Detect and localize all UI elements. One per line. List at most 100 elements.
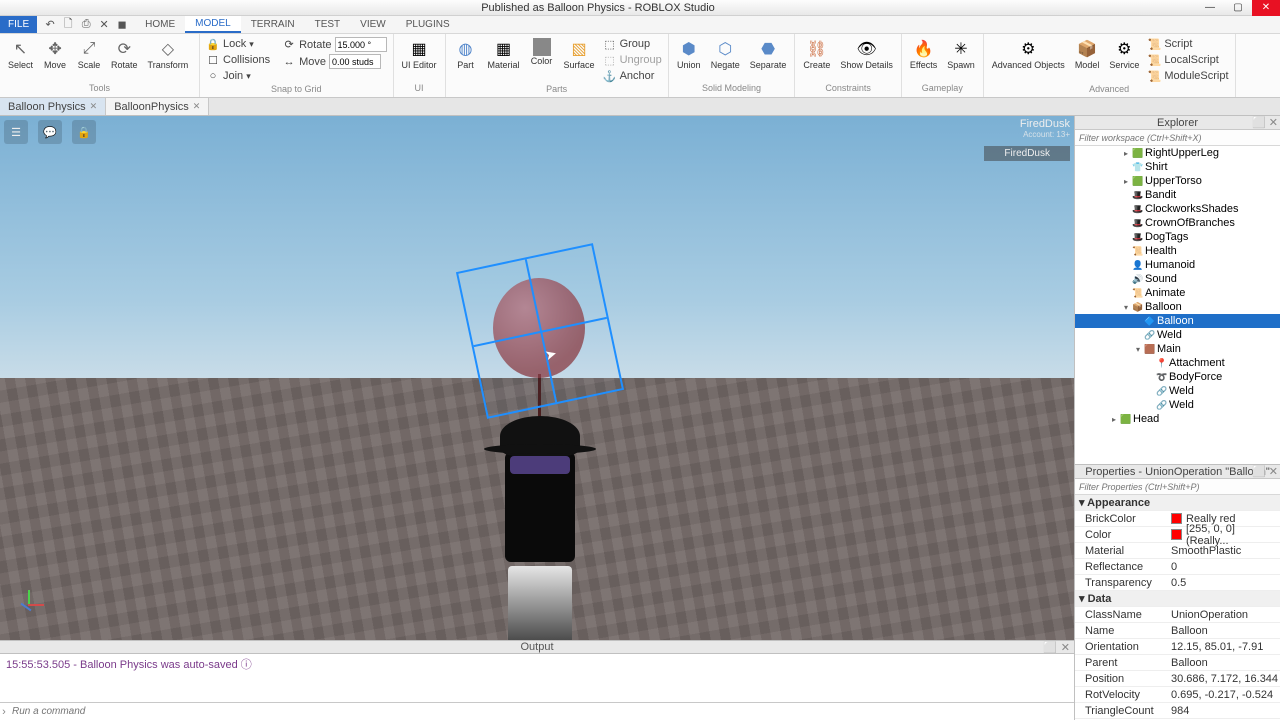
collisions-toggle[interactable]: ☐Collisions [204,52,272,68]
tree-node[interactable]: ▸🟩UpperTorso [1075,174,1280,188]
tab-test[interactable]: TEST [305,16,351,33]
properties-filter-input[interactable] [1075,479,1280,494]
tree-node[interactable]: 🎩CrownOfBranches [1075,216,1280,230]
tree-node[interactable]: 📜Health [1075,244,1280,258]
tree-node[interactable]: 👤Humanoid [1075,258,1280,272]
tree-node[interactable]: 🔊Sound [1075,272,1280,286]
property-row[interactable]: ParentBalloon [1075,655,1280,671]
property-row[interactable]: Color[255, 0, 0] (Really... [1075,527,1280,543]
tree-node[interactable]: 🔗Weld [1075,398,1280,412]
transform-tool[interactable]: ◇Transform [144,36,193,72]
tab-home[interactable]: HOME [135,16,185,33]
minimize-button[interactable]: — [1196,0,1224,16]
tree-node[interactable]: 🎩DogTags [1075,230,1280,244]
material-button[interactable]: ▦Material [484,36,524,72]
union-button[interactable]: ⬢Union [673,36,705,72]
qat-button[interactable]: ↶ [43,18,57,32]
rotate-tool[interactable]: ⟳Rotate [107,36,142,72]
rotate-snap-input[interactable] [335,37,387,52]
rotate-snap[interactable]: ⟳Rotate [280,36,388,53]
scale-tool[interactable]: ⤢Scale [73,36,105,72]
show-details-button[interactable]: 👁Show Details [836,36,897,72]
lock-toggle[interactable]: 🔒Lock ▾ [204,36,272,52]
anchor-button[interactable]: ⚓Anchor [601,68,664,84]
part-button[interactable]: ◍Part [450,36,482,72]
tree-node[interactable]: ▸🟩Head [1075,412,1280,426]
close-button[interactable]: ✕ [1252,0,1280,16]
chat-icon[interactable]: 💬 [38,120,62,144]
color-button[interactable]: Color [526,36,558,68]
tree-node[interactable]: 🔗Weld [1075,328,1280,342]
ui-editor-button[interactable]: ▦UI Editor [398,36,441,72]
tree-node[interactable]: ▾🟫Main [1075,342,1280,356]
close-panel-icon[interactable]: ✕ [1061,641,1070,654]
close-tab-icon[interactable]: ✕ [90,101,98,112]
close-tab-icon[interactable]: ✕ [193,101,201,112]
tree-node[interactable]: 🔷Balloon [1075,314,1280,328]
tab-view[interactable]: VIEW [350,16,396,33]
property-row[interactable]: TriangleCount984 [1075,703,1280,719]
model-button[interactable]: 📦Model [1071,36,1104,72]
property-row[interactable]: Transparency0.5 [1075,575,1280,591]
join-toggle[interactable]: ○Join ▾ [204,68,272,84]
explorer-filter-input[interactable] [1075,130,1280,145]
property-row[interactable]: MaterialSmoothPlastic [1075,543,1280,559]
tree-node[interactable]: ▸🟩RightUpperLeg [1075,146,1280,160]
localscript-button[interactable]: 📜LocalScript [1145,52,1230,68]
property-row[interactable]: Orientation12.15, 85.01, -7.91 [1075,639,1280,655]
close-panel-icon[interactable]: ✕ [1269,116,1278,129]
document-tab[interactable]: BalloonPhysics✕ [106,98,209,115]
surface-button[interactable]: ▧Surface [560,36,599,72]
command-input[interactable] [8,706,1074,717]
spawn-button[interactable]: ✳Spawn [943,36,979,72]
tree-node[interactable]: 🎩ClockworksShades [1075,202,1280,216]
move-tool[interactable]: ✥Move [39,36,71,72]
file-menu[interactable]: FILE [0,16,37,33]
modulescript-button[interactable]: 📜ModuleScript [1145,68,1230,84]
qat-button[interactable]: ◼ [115,18,129,32]
menu-icon[interactable]: ☰ [4,120,28,144]
property-row[interactable]: ClassNameUnionOperation [1075,607,1280,623]
create-constraint-button[interactable]: ⛓Create [799,36,834,72]
effects-button[interactable]: 🔥Effects [906,36,941,72]
tree-node[interactable]: 📜Animate [1075,286,1280,300]
move-snap[interactable]: ↔Move [280,53,388,70]
group-button[interactable]: ⬚Group [601,36,664,52]
properties-list[interactable]: ▾ AppearanceBrickColorReally redColor[25… [1075,495,1280,720]
maximize-button[interactable]: ▢ [1224,0,1252,16]
property-row[interactable]: Position30.686, 7.172, 16.344 [1075,671,1280,687]
qat-button[interactable]: ⎙ [79,18,93,32]
property-row[interactable]: Reflectance0 [1075,559,1280,575]
undock-icon[interactable]: ⬜ [1252,465,1266,478]
tab-terrain[interactable]: TERRAIN [241,16,305,33]
tree-node[interactable]: ▾📦Balloon [1075,300,1280,314]
property-row[interactable]: RotVelocity0.695, -0.217, -0.524 [1075,687,1280,703]
negate-button[interactable]: ⬡Negate [707,36,744,72]
viewport-3d[interactable]: ☰ 💬 🔒 FiredDuskAccount: 13+ FiredDusk ➤ [0,116,1074,640]
advanced-objects-button[interactable]: ⚙Advanced Objects [988,36,1069,72]
property-row[interactable]: NameBalloon [1075,623,1280,639]
undock-icon[interactable]: ⬜ [1043,641,1057,654]
tab-model[interactable]: MODEL [185,16,241,33]
script-button[interactable]: 📜Script [1145,36,1230,52]
tree-node[interactable]: 🔗Weld [1075,384,1280,398]
close-panel-icon[interactable]: ✕ [1269,465,1278,478]
explorer-tree[interactable]: ▸🟩RightUpperLeg👕Shirt▸🟩UpperTorso🎩Bandit… [1075,146,1280,464]
command-bar[interactable]: › [0,702,1074,720]
move-snap-input[interactable] [329,54,381,69]
separate-button[interactable]: ⬣Separate [746,36,791,72]
tab-plugins[interactable]: PLUGINS [396,16,460,33]
tree-node[interactable]: 📍Attachment [1075,356,1280,370]
tree-node[interactable]: ➰BodyForce [1075,370,1280,384]
tree-node[interactable]: 🎩Bandit [1075,188,1280,202]
document-tab[interactable]: Balloon Physics✕ [0,98,106,115]
service-button[interactable]: ⚙Service [1105,36,1143,72]
lock-icon[interactable]: 🔒 [72,120,96,144]
qat-button[interactable]: ✕ [97,18,111,32]
ungroup-button[interactable]: ⬚Ungroup [601,52,664,68]
tree-node[interactable]: 👕Shirt [1075,160,1280,174]
output-panel[interactable]: 15:55:53.505 - Balloon Physics was auto-… [0,654,1074,702]
undock-icon[interactable]: ⬜ [1252,116,1266,129]
select-tool[interactable]: ↖Select [4,36,37,72]
qat-button[interactable]: 🗋 [61,18,75,32]
